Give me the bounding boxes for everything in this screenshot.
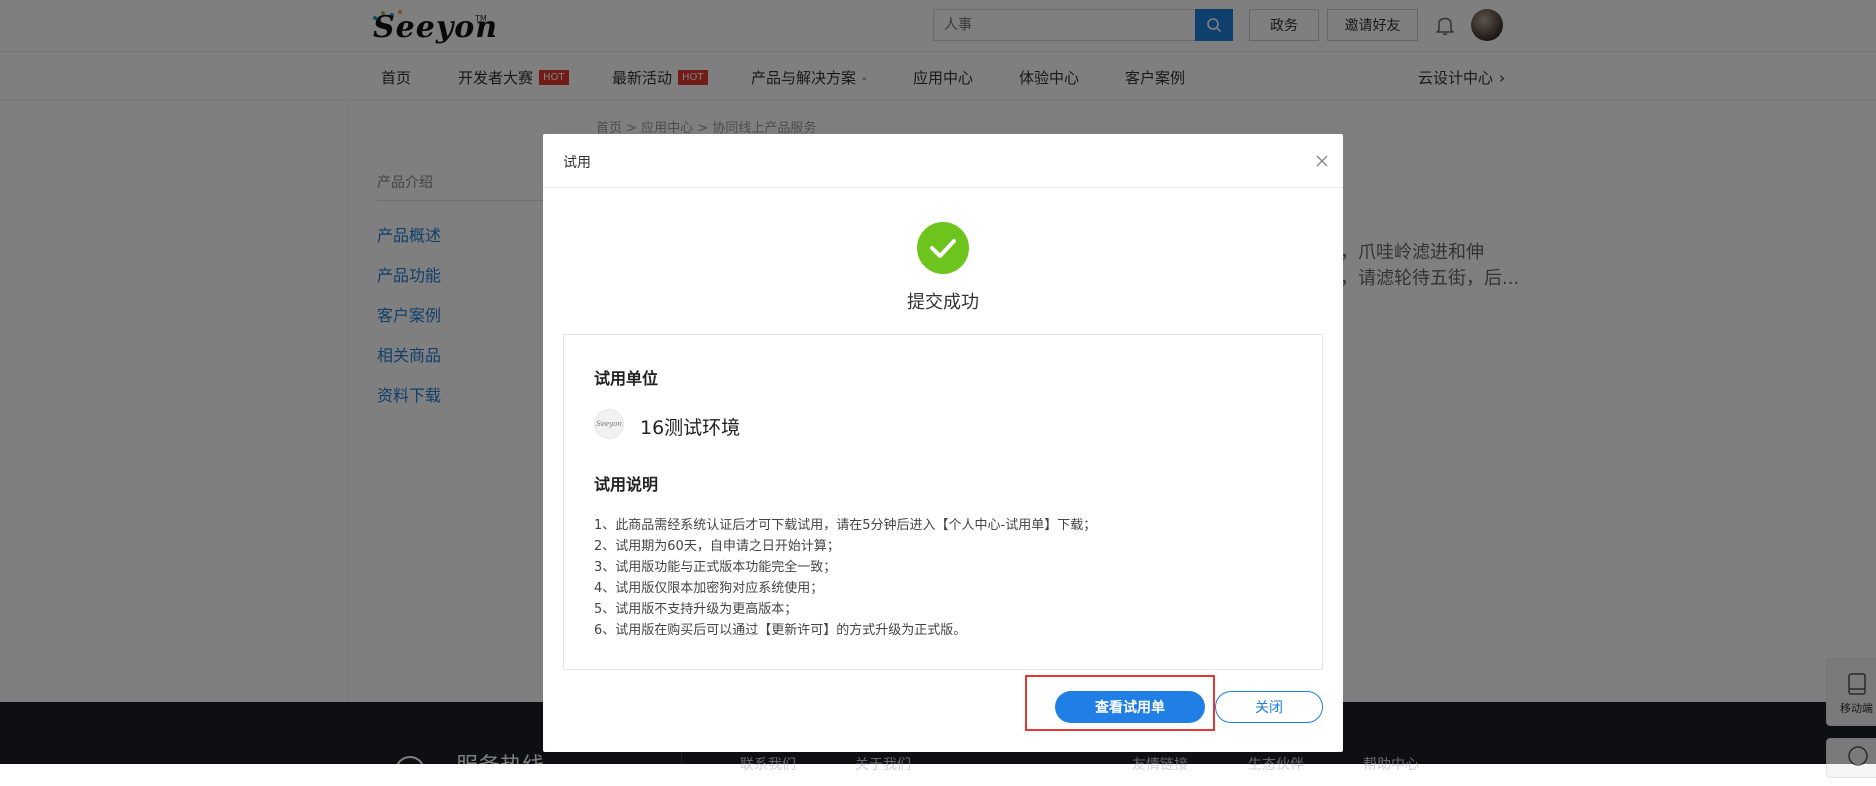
trial-info-box: 试用单位 Seeyon 16测试环境 试用说明 1、此商品需经系统认证后才可下载… xyxy=(563,334,1323,670)
list-item: 6、试用版在购买后可以通过【更新许可】的方式升级为正式版。 xyxy=(594,623,967,638)
list-item: 1、此商品需经系统认证后才可下载试用，请在5分钟后进入【个人中心-试用单】下载； xyxy=(594,518,1097,533)
success-check-icon xyxy=(917,222,969,274)
list-item: 5、试用版不支持升级为更高版本； xyxy=(594,602,798,617)
close-icon[interactable] xyxy=(1313,152,1331,170)
list-item: 3、试用版功能与正式版本功能完全一致； xyxy=(594,560,837,575)
list-item: 4、试用版仅限本加密狗对应系统使用； xyxy=(594,581,824,596)
unit-logo-text: Seeyon xyxy=(596,420,622,428)
trial-notes-list: 1、此商品需经系统认证后才可下载试用，请在5分钟后进入【个人中心-试用单】下载；… xyxy=(594,515,1096,641)
success-message: 提交成功 xyxy=(907,292,979,313)
list-item: 2、试用期为60天，自申请之日开始计算； xyxy=(594,539,840,554)
unit-logo: Seeyon xyxy=(594,409,624,439)
trial-modal: 试用 提交成功 试用单位 Seeyon 16测试环境 试用说明 1、此商品需经系… xyxy=(543,134,1343,752)
unit-section-title: 试用单位 xyxy=(594,369,659,388)
modal-header: 试用 xyxy=(543,134,1343,188)
notes-section-title: 试用说明 xyxy=(594,475,659,494)
highlight-box xyxy=(1025,675,1215,731)
modal-title: 试用 xyxy=(563,155,591,171)
close-button[interactable]: 关闭 xyxy=(1215,691,1323,723)
unit-name: 16测试环境 xyxy=(640,417,741,439)
